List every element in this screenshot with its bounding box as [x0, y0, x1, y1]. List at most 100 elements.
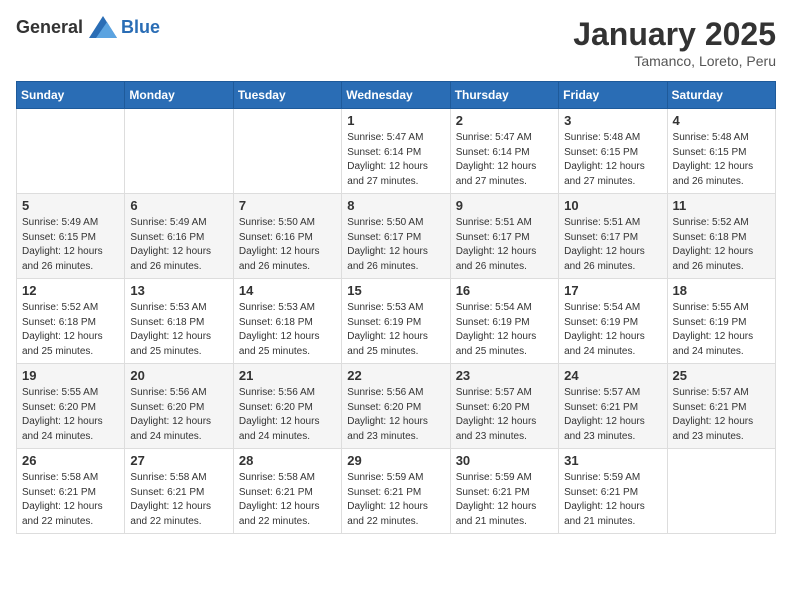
day-number: 1 — [347, 113, 444, 128]
day-number: 3 — [564, 113, 661, 128]
day-number: 17 — [564, 283, 661, 298]
day-info: Sunrise: 5:59 AM Sunset: 6:21 PM Dayligh… — [564, 471, 661, 529]
calendar-day-cell — [233, 109, 341, 194]
day-info: Sunrise: 5:59 AM Sunset: 6:21 PM Dayligh… — [456, 471, 553, 529]
day-info: Sunrise: 5:54 AM Sunset: 6:19 PM Dayligh… — [456, 301, 553, 359]
calendar-day-cell: 4 Sunrise: 5:48 AM Sunset: 6:15 PM Daylig… — [667, 109, 775, 194]
day-info: Sunrise: 5:50 AM Sunset: 6:17 PM Dayligh… — [347, 216, 444, 274]
day-info: Sunrise: 5:57 AM Sunset: 6:21 PM Dayligh… — [673, 386, 770, 444]
calendar-day-cell: 9 Sunrise: 5:51 AM Sunset: 6:17 PM Daylig… — [450, 194, 558, 279]
day-number: 18 — [673, 283, 770, 298]
day-info: Sunrise: 5:57 AM Sunset: 6:21 PM Dayligh… — [564, 386, 661, 444]
calendar-day-cell: 14 Sunrise: 5:53 AM Sunset: 6:18 PM Dayli… — [233, 279, 341, 364]
calendar-day-cell: 10Sunrise: 5:51 AM Sunset: 6:17 PM Dayli… — [559, 194, 667, 279]
calendar-day-cell — [17, 109, 125, 194]
day-number: 25 — [673, 368, 770, 383]
day-info: Sunrise: 5:51 AM Sunset: 6:17 PM Dayligh… — [456, 216, 553, 274]
calendar-day-cell: 21Sunrise: 5:56 AM Sunset: 6:20 PM Dayli… — [233, 364, 341, 449]
day-number: 9 — [456, 198, 553, 213]
day-number: 22 — [347, 368, 444, 383]
day-number: 8 — [347, 198, 444, 213]
calendar-day-cell: 22Sunrise: 5:56 AM Sunset: 6:20 PM Dayli… — [342, 364, 450, 449]
day-number: 10 — [564, 198, 661, 213]
calendar-day-cell: 7Sunrise: 5:50 AM Sunset: 6:16 PM Daylig… — [233, 194, 341, 279]
calendar-day-cell: 19 Sunrise: 5:55 AM Sunset: 6:20 PM Dayli… — [17, 364, 125, 449]
calendar-day-cell: 27Sunrise: 5:58 AM Sunset: 6:21 PM Dayli… — [125, 449, 233, 534]
day-number: 11 — [673, 198, 770, 213]
day-number: 20 — [130, 368, 227, 383]
day-info: Sunrise: 5:56 AM Sunset: 6:20 PM Dayligh… — [130, 386, 227, 444]
day-number: 27 — [130, 453, 227, 468]
logo-icon — [89, 16, 117, 38]
day-info: Sunrise: 5:53 AM Sunset: 6:19 PM Dayligh… — [347, 301, 444, 359]
location-title: Tamanco, Loreto, Peru — [573, 53, 776, 69]
day-number: 26 — [22, 453, 119, 468]
calendar-week-row: 5 Sunrise: 5:49 AM Sunset: 6:15 PM Daylig… — [17, 194, 776, 279]
day-info: Sunrise: 5:47 AM Sunset: 6:14 PM Dayligh… — [347, 131, 444, 189]
calendar-day-cell: 25 Sunrise: 5:57 AM Sunset: 6:21 PM Dayli… — [667, 364, 775, 449]
calendar-day-cell: 5 Sunrise: 5:49 AM Sunset: 6:15 PM Daylig… — [17, 194, 125, 279]
day-number: 24 — [564, 368, 661, 383]
calendar-week-row: 12 Sunrise: 5:52 AM Sunset: 6:18 PM Dayli… — [17, 279, 776, 364]
calendar-day-cell: 16 Sunrise: 5:54 AM Sunset: 6:19 PM Dayli… — [450, 279, 558, 364]
month-title: January 2025 — [573, 16, 776, 53]
day-number: 12 — [22, 283, 119, 298]
day-number: 16 — [456, 283, 553, 298]
weekday-header: Sunday — [17, 82, 125, 109]
day-info: Sunrise: 5:57 AM Sunset: 6:20 PM Dayligh… — [456, 386, 553, 444]
day-number: 30 — [456, 453, 553, 468]
day-info: Sunrise: 5:49 AM Sunset: 6:16 PM Dayligh… — [130, 216, 227, 274]
day-info: Sunrise: 5:47 AM Sunset: 6:14 PM Dayligh… — [456, 131, 553, 189]
weekday-header: Wednesday — [342, 82, 450, 109]
day-number: 6 — [130, 198, 227, 213]
day-info: Sunrise: 5:53 AM Sunset: 6:18 PM Dayligh… — [239, 301, 336, 359]
logo-blue: Blue — [121, 17, 160, 38]
day-number: 28 — [239, 453, 336, 468]
day-info: Sunrise: 5:52 AM Sunset: 6:18 PM Dayligh… — [22, 301, 119, 359]
calendar-day-cell: 17 Sunrise: 5:54 AM Sunset: 6:19 PM Dayli… — [559, 279, 667, 364]
calendar-day-cell: 1 Sunrise: 5:47 AM Sunset: 6:14 PM Daylig… — [342, 109, 450, 194]
calendar-day-cell: 23 Sunrise: 5:57 AM Sunset: 6:20 PM Dayli… — [450, 364, 558, 449]
title-section: January 2025 Tamanco, Loreto, Peru — [573, 16, 776, 69]
calendar-day-cell: 3 Sunrise: 5:48 AM Sunset: 6:15 PM Daylig… — [559, 109, 667, 194]
day-info: Sunrise: 5:54 AM Sunset: 6:19 PM Dayligh… — [564, 301, 661, 359]
calendar-day-cell: 18 Sunrise: 5:55 AM Sunset: 6:19 PM Dayli… — [667, 279, 775, 364]
page-header: General Blue January 2025 Tamanco, Loret… — [16, 16, 776, 69]
calendar-day-cell: 28 Sunrise: 5:58 AM Sunset: 6:21 PM Dayli… — [233, 449, 341, 534]
day-number: 23 — [456, 368, 553, 383]
day-number: 5 — [22, 198, 119, 213]
calendar-day-cell: 26 Sunrise: 5:58 AM Sunset: 6:21 PM Dayli… — [17, 449, 125, 534]
calendar-day-cell — [125, 109, 233, 194]
day-info: Sunrise: 5:48 AM Sunset: 6:15 PM Dayligh… — [673, 131, 770, 189]
calendar-day-cell: 20 Sunrise: 5:56 AM Sunset: 6:20 PM Dayli… — [125, 364, 233, 449]
weekday-header: Tuesday — [233, 82, 341, 109]
day-number: 13 — [130, 283, 227, 298]
weekday-header: Friday — [559, 82, 667, 109]
calendar-day-cell: 30 Sunrise: 5:59 AM Sunset: 6:21 PM Dayli… — [450, 449, 558, 534]
day-info: Sunrise: 5:55 AM Sunset: 6:19 PM Dayligh… — [673, 301, 770, 359]
calendar-day-cell: 8 Sunrise: 5:50 AM Sunset: 6:17 PM Daylig… — [342, 194, 450, 279]
day-info: Sunrise: 5:49 AM Sunset: 6:15 PM Dayligh… — [22, 216, 119, 274]
day-number: 31 — [564, 453, 661, 468]
day-info: Sunrise: 5:48 AM Sunset: 6:15 PM Dayligh… — [564, 131, 661, 189]
weekday-header: Thursday — [450, 82, 558, 109]
day-number: 19 — [22, 368, 119, 383]
calendar-day-cell: 15 Sunrise: 5:53 AM Sunset: 6:19 PM Dayli… — [342, 279, 450, 364]
day-number: 14 — [239, 283, 336, 298]
logo-general: General — [16, 17, 83, 38]
calendar-day-cell: 24 Sunrise: 5:57 AM Sunset: 6:21 PM Dayli… — [559, 364, 667, 449]
weekday-header-row: SundayMondayTuesdayWednesdayThursdayFrid… — [17, 82, 776, 109]
day-info: Sunrise: 5:58 AM Sunset: 6:21 PM Dayligh… — [239, 471, 336, 529]
day-info: Sunrise: 5:56 AM Sunset: 6:20 PM Dayligh… — [239, 386, 336, 444]
calendar-day-cell: 29Sunrise: 5:59 AM Sunset: 6:21 PM Dayli… — [342, 449, 450, 534]
weekday-header: Monday — [125, 82, 233, 109]
calendar-week-row: 19 Sunrise: 5:55 AM Sunset: 6:20 PM Dayli… — [17, 364, 776, 449]
day-number: 4 — [673, 113, 770, 128]
day-info: Sunrise: 5:58 AM Sunset: 6:21 PM Dayligh… — [22, 471, 119, 529]
day-info: Sunrise: 5:55 AM Sunset: 6:20 PM Dayligh… — [22, 386, 119, 444]
calendar-day-cell: 13Sunrise: 5:53 AM Sunset: 6:18 PM Dayli… — [125, 279, 233, 364]
day-number: 15 — [347, 283, 444, 298]
weekday-header: Saturday — [667, 82, 775, 109]
day-number: 7 — [239, 198, 336, 213]
calendar-day-cell: 6 Sunrise: 5:49 AM Sunset: 6:16 PM Daylig… — [125, 194, 233, 279]
